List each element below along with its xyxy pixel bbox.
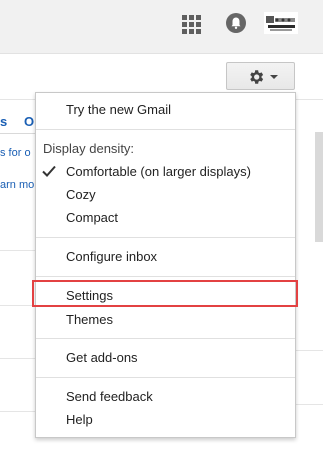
- divider: [0, 133, 36, 134]
- scrollbar[interactable]: [315, 132, 323, 242]
- top-header: [0, 0, 323, 54]
- notifications-bell-icon[interactable]: [226, 13, 246, 33]
- divider: [0, 411, 36, 412]
- inbox-background: s O s for o arn mo: [0, 100, 36, 459]
- checkmark-icon: [42, 165, 56, 177]
- promo-link[interactable]: s for o: [0, 147, 31, 159]
- apps-grid-icon[interactable]: [181, 14, 201, 34]
- menu-item-settings[interactable]: Settings: [36, 285, 295, 307]
- menu-divider: [36, 338, 295, 339]
- menu-item-density-compact[interactable]: Compact: [36, 207, 295, 229]
- divider: [0, 250, 36, 251]
- menu-item-density-cozy[interactable]: Cozy: [36, 184, 295, 206]
- gear-icon: [250, 70, 264, 84]
- menu-divider: [36, 129, 295, 130]
- tab-fragment[interactable]: s: [0, 114, 7, 129]
- settings-gear-button[interactable]: [226, 62, 295, 90]
- menu-item-get-addons[interactable]: Get add-ons: [36, 347, 295, 369]
- tab-fragment[interactable]: O: [24, 114, 34, 129]
- promo-link[interactable]: arn mo: [0, 179, 34, 191]
- menu-item-send-feedback[interactable]: Send feedback: [36, 386, 295, 408]
- account-avatar-icon[interactable]: [264, 12, 298, 34]
- menu-item-themes[interactable]: Themes: [36, 309, 295, 331]
- settings-dropdown-menu: Try the new Gmail Display density: Comfo…: [35, 92, 296, 438]
- divider: [296, 350, 323, 351]
- chevron-down-icon: [270, 75, 278, 79]
- menu-item-try-new-gmail[interactable]: Try the new Gmail: [36, 99, 295, 121]
- density-option-label: Comfortable (on larger displays): [66, 164, 251, 179]
- menu-divider: [36, 237, 295, 238]
- divider: [0, 305, 36, 306]
- menu-divider: [36, 276, 295, 277]
- menu-divider: [36, 377, 295, 378]
- display-density-label: Display density:: [43, 141, 135, 156]
- menu-item-help[interactable]: Help: [36, 409, 295, 431]
- divider: [296, 404, 323, 405]
- divider: [0, 358, 36, 359]
- menu-item-density-comfortable[interactable]: Comfortable (on larger displays): [36, 161, 295, 183]
- menu-item-configure-inbox[interactable]: Configure inbox: [36, 246, 295, 268]
